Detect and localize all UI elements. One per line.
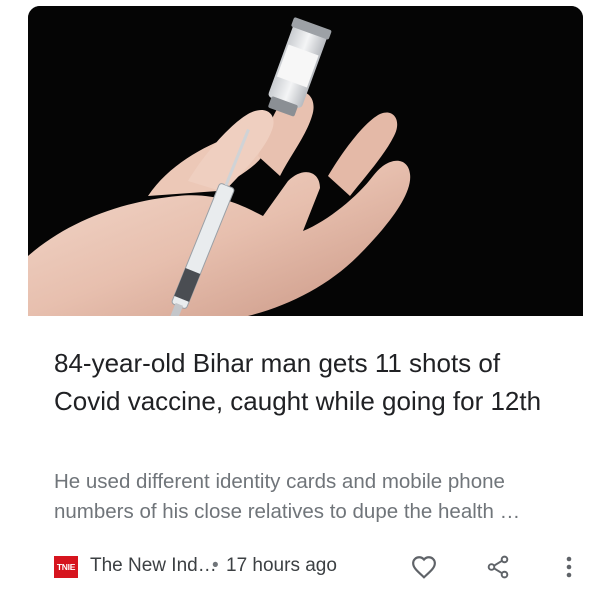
article-headline[interactable]: 84-year-old Bihar man gets 11 shots of C… xyxy=(54,344,554,420)
published-time: 17 hours ago xyxy=(226,555,337,576)
article-footer: TNIE The New Ind… • 17 hours ago xyxy=(54,551,572,585)
article-snippet: He used different identity cards and mob… xyxy=(54,470,521,523)
publisher-logo: TNIE xyxy=(54,556,78,578)
meta-separator: • xyxy=(212,555,219,576)
more-options-button[interactable] xyxy=(558,551,580,583)
more-vert-icon xyxy=(566,556,572,578)
heart-outline-icon xyxy=(412,556,436,579)
news-card[interactable]: 84-year-old Bihar man gets 11 shots of C… xyxy=(28,6,583,591)
share-button[interactable] xyxy=(482,551,514,583)
vaccine-photo xyxy=(28,6,583,316)
like-button[interactable] xyxy=(408,551,440,583)
share-icon xyxy=(487,555,509,579)
article-image[interactable] xyxy=(28,6,583,316)
publisher-name[interactable]: The New Ind… xyxy=(90,555,217,577)
